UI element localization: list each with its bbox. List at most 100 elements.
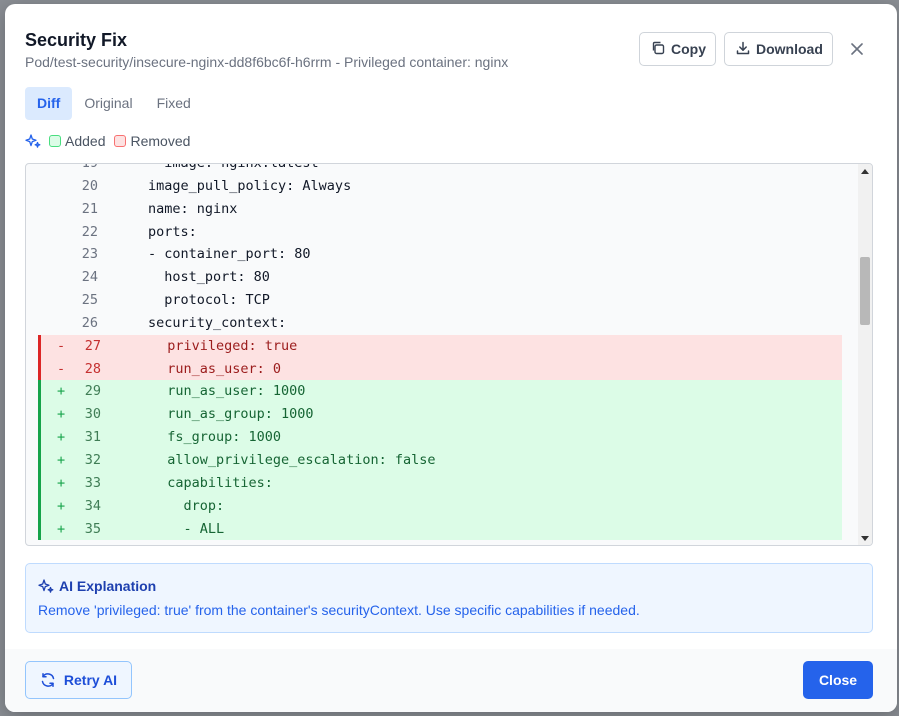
line-number: 36 (74, 540, 98, 545)
line-number: 35 (84, 520, 101, 537)
security-fix-dialog: Security Fix Pod/test-security/insecure-… (5, 4, 897, 712)
legend-removed: Removed (114, 133, 190, 149)
code-text: drop: (151, 497, 225, 514)
line-number: 26 (81, 314, 98, 331)
dialog-title: Security Fix (25, 30, 128, 50)
diff-line-context: 22 ports: (38, 221, 842, 244)
diff-sign: + (57, 451, 66, 468)
code-text: image_pull_policy: Always (148, 177, 352, 194)
retry-ai-button[interactable]: Retry AI (25, 661, 132, 699)
diff-sign: + (57, 406, 66, 423)
tab-original[interactable]: Original (72, 87, 144, 120)
line-number: 34 (84, 497, 101, 514)
diff-line-context: 26 security_context: (38, 312, 842, 335)
copy-button[interactable]: Copy (639, 32, 716, 66)
ai-explanation-title: AI Explanation (59, 578, 157, 594)
line-number: 33 (84, 474, 101, 491)
diff-line-removed: - 28 run_as_user: 0 (38, 357, 842, 381)
code-text: fs_group: 1000 (151, 429, 282, 446)
download-label: Download (756, 41, 823, 57)
diff-line-removed: - 27 privileged: true (38, 334, 842, 358)
code-text: termination_message_path: /dev/terminati… (148, 540, 522, 545)
scroll-up-arrow-icon[interactable] (861, 169, 869, 174)
code-text: security_context: (148, 314, 287, 331)
diff-line-context: 20 image_pull_policy: Always (38, 175, 842, 198)
diff-sign: - (57, 337, 66, 354)
code-text: privileged: true (151, 337, 298, 354)
diff-line-added: +29 run_as_user: 1000 (38, 380, 842, 404)
code-text: run_as_user: 1000 (151, 383, 306, 400)
line-number: 24 (81, 269, 98, 286)
scrollbar-thumb[interactable] (860, 257, 870, 325)
diff-line-added: +34 drop: (38, 494, 842, 518)
code-text: run_as_user: 0 (151, 360, 282, 377)
sparkle-icon (38, 578, 54, 594)
diff-sign: + (57, 383, 66, 400)
line-number: 32 (84, 451, 101, 468)
diff-line-context: 25 protocol: TCP (38, 289, 842, 312)
diff-sign: + (57, 497, 66, 514)
line-number: 28 (84, 360, 101, 377)
code-text: allow_privilege_escalation: false (151, 451, 436, 468)
code-text: name: nginx (148, 200, 238, 217)
diff-line-context: 24 host_port: 80 (38, 266, 842, 289)
copy-icon (651, 41, 665, 58)
line-number: 22 (81, 223, 98, 240)
code-text: protocol: TCP (148, 292, 270, 309)
line-number: 20 (81, 177, 98, 194)
line-number: 19 (81, 163, 98, 171)
legend-added-label: Added (65, 133, 106, 149)
dialog-footer: Retry AI Close (5, 649, 897, 712)
tab-fixed[interactable]: Fixed (145, 87, 203, 120)
diff-viewer[interactable]: 19 - image: nginx:latest 20 image_pull_poli… (25, 163, 873, 546)
line-number: 23 (81, 246, 98, 263)
diff-line-added: +30 run_as_group: 1000 (38, 403, 842, 427)
sparkle-icon (25, 133, 41, 149)
code-text: - ALL (151, 520, 225, 537)
view-tabs: Diff Original Fixed (25, 87, 203, 120)
copy-label: Copy (671, 41, 706, 57)
line-number: 27 (84, 337, 101, 354)
diff-line-context: 36 termination_message_path: /dev/termina… (38, 540, 842, 545)
code-text: - container_port: 80 (148, 246, 311, 263)
ai-explanation-header: AI Explanation (38, 578, 156, 594)
removed-swatch (114, 135, 127, 147)
code-text: host_port: 80 (148, 269, 270, 286)
diff-line-added: +35 - ALL (38, 517, 842, 541)
dialog-subtitle: Pod/test-security/insecure-nginx-dd8f6bc… (25, 54, 509, 70)
diff-sign: + (57, 429, 66, 446)
line-number: 25 (81, 292, 98, 309)
refresh-icon (40, 672, 56, 688)
code-text: run_as_group: 1000 (151, 406, 314, 423)
diff-legend: Added Removed (25, 133, 199, 149)
diff-line-added: +32 allow_privilege_escalation: false (38, 448, 842, 472)
legend-added: Added (49, 133, 105, 149)
line-number: 30 (84, 406, 101, 423)
code-text: - image: nginx:latest (148, 163, 319, 171)
code-text: ports: (148, 223, 197, 240)
diff-line-context: 23 - container_port: 80 (38, 243, 842, 266)
tab-diff[interactable]: Diff (25, 87, 73, 120)
line-number: 29 (84, 383, 101, 400)
added-swatch (49, 135, 61, 147)
diff-lines: 19 - image: nginx:latest 20 image_pull_poli… (38, 163, 842, 545)
close-icon[interactable] (847, 37, 867, 61)
diff-sign: + (57, 474, 66, 491)
scrollbar[interactable] (858, 164, 872, 545)
legend-removed-label: Removed (130, 133, 191, 149)
diff-sign: - (57, 360, 66, 377)
retry-ai-label: Retry AI (63, 672, 118, 688)
download-button[interactable]: Download (724, 32, 833, 66)
ai-explanation-panel: AI Explanation Remove 'privileged: true'… (25, 563, 873, 633)
diff-sign: + (57, 520, 66, 537)
diff-line-context: 21 name: nginx (38, 198, 842, 221)
code-text: capabilities: (151, 474, 273, 491)
line-number: 21 (81, 200, 98, 217)
download-icon (736, 41, 750, 58)
diff-line-added: +31 fs_group: 1000 (38, 426, 842, 449)
diff-line-context: 19 - image: nginx:latest (38, 163, 842, 175)
ai-explanation-text: Remove 'privileged: true' from the conta… (38, 602, 640, 618)
close-button[interactable]: Close (803, 661, 873, 699)
scroll-down-arrow-icon[interactable] (861, 536, 869, 541)
diff-line-added: +33 capabilities: (38, 471, 842, 495)
